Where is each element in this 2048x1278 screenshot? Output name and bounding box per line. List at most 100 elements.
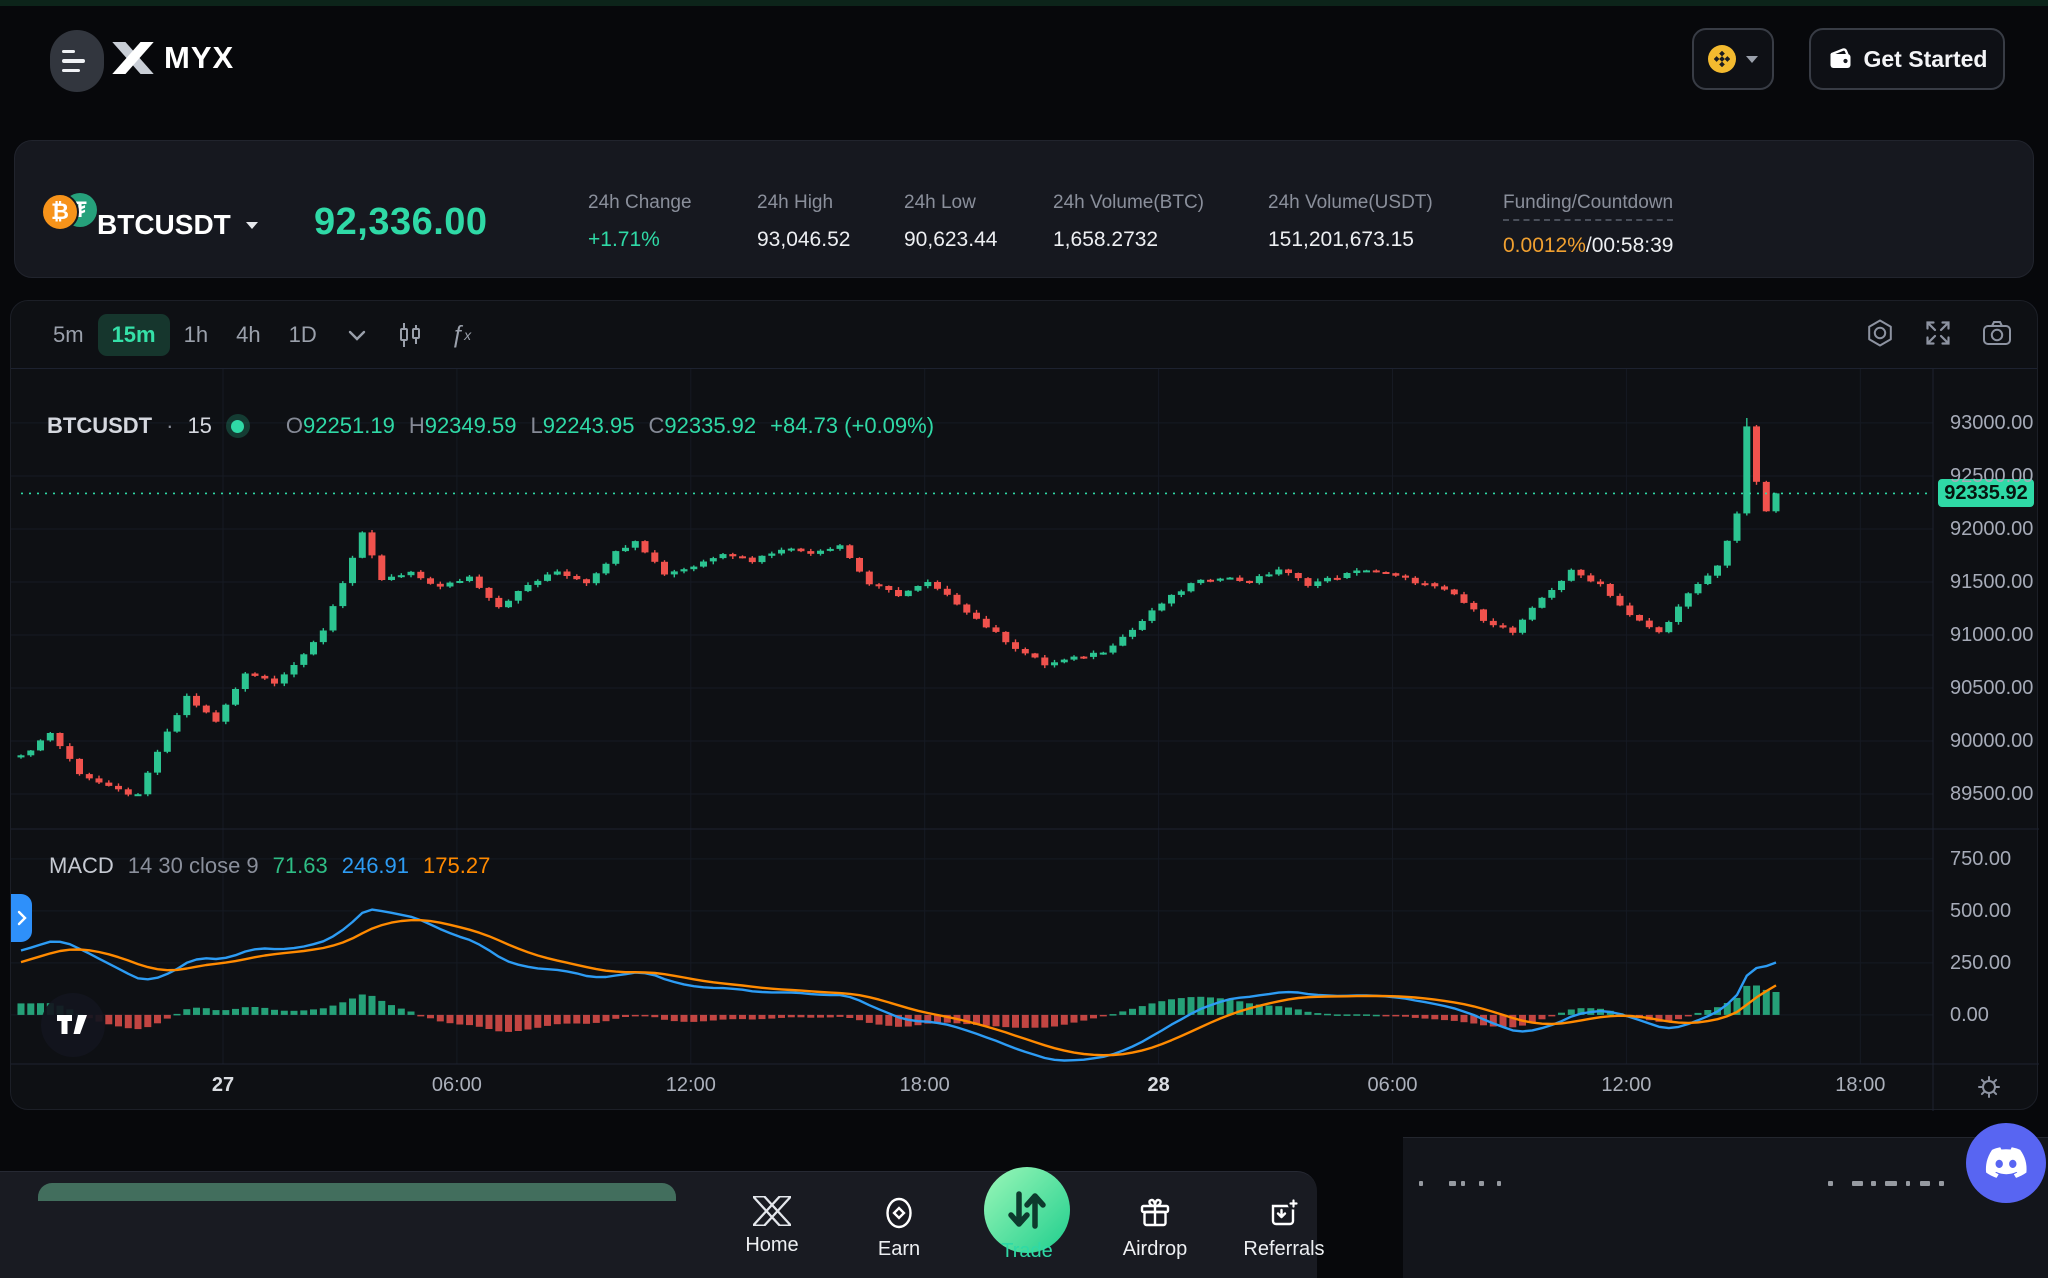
price-tick: 90500.00 (1950, 677, 2033, 700)
stat-value: 93,046.52 (757, 227, 850, 253)
stat-label: 24h Change (588, 191, 692, 215)
funding-rate: 0.0012% (1503, 234, 1586, 257)
time-axis[interactable]: 2706:0012:0018:002806:0012:0018:00 (11, 1064, 1933, 1110)
pair-symbol: BTCUSDT (97, 209, 231, 241)
stat-24h-change: 24h Change +1.71% (588, 191, 692, 253)
legend-change: +84.73 (+0.09%) (770, 413, 934, 439)
chart-legend: BTCUSDT · 15 O92251.19 H92349.59 L92243.… (47, 413, 934, 439)
price-tick: 89500.00 (1950, 783, 2033, 806)
get-started-label: Get Started (1864, 46, 1988, 73)
price-axis[interactable]: 92335.92 93000.0092500.0092000.0091500.0… (1934, 301, 2038, 1111)
tradingview-logo[interactable] (41, 993, 105, 1057)
stat-24h-low: 24h Low 90,623.44 (904, 191, 997, 253)
macd-tick: 750.00 (1950, 848, 2011, 871)
price-tick: 92000.00 (1950, 518, 2033, 541)
chevron-down-icon (1746, 56, 1758, 63)
time-tick: 27 (212, 1074, 234, 1097)
macd-signal-value: 175.27 (423, 853, 490, 879)
nav-item-earn[interactable]: Earn (839, 1196, 959, 1261)
stat-24h-volume-usdt: 24h Volume(USDT) 151,201,673.15 (1268, 191, 1433, 253)
macd-name: MACD (49, 853, 114, 879)
brand-name: MYX (164, 40, 234, 76)
legend-high: 92349.59 (425, 413, 517, 438)
clipped-text-fragment (1497, 1181, 1501, 1186)
stat-value: 90,623.44 (904, 227, 997, 253)
nav-item-airdrop[interactable]: Airdrop (1095, 1196, 1215, 1261)
last-price: 92,336.00 (314, 201, 488, 244)
stat-value: +1.71% (588, 227, 692, 253)
network-selector-button[interactable] (1692, 28, 1774, 90)
clipped-text-fragment (1885, 1181, 1897, 1186)
brand-logo[interactable]: MYX (112, 40, 234, 76)
stat-label: 24h Volume(BTC) (1053, 191, 1204, 215)
stat-value: 1,658.2732 (1053, 227, 1204, 253)
clipped-text-fragment (1852, 1181, 1863, 1186)
clipped-text-fragment (1449, 1181, 1456, 1186)
myx-home-icon (753, 1196, 791, 1226)
legend-symbol: BTCUSDT (47, 413, 152, 439)
stat-label: 24h Volume(USDT) (1268, 191, 1433, 215)
order-panel-clipped (1403, 1137, 2048, 1278)
stat-label: 24h Low (904, 191, 997, 215)
menu-hamburger-icon[interactable] (50, 30, 104, 92)
trade-sheet-primary-button-clipped[interactable] (38, 1183, 676, 1201)
nav-label: Home (745, 1234, 798, 1257)
get-started-button[interactable]: Get Started (1809, 28, 2005, 90)
wallet-icon (1827, 47, 1854, 71)
macd-tick: 500.00 (1950, 900, 2011, 923)
bnb-coin-icon (1708, 45, 1736, 73)
nav-item-referrals[interactable]: Referrals (1224, 1196, 1344, 1261)
discord-fab-icon[interactable] (1966, 1123, 2046, 1203)
clipped-text-fragment (1906, 1181, 1910, 1186)
clipped-text-fragment (1939, 1181, 1944, 1186)
time-tick: 06:00 (1367, 1074, 1417, 1097)
clipped-text-fragment (1419, 1181, 1423, 1186)
price-tick: 91000.00 (1950, 624, 2033, 647)
stat-24h-volume-btc: 24h Volume(BTC) 1,658.2732 (1053, 191, 1204, 253)
chevron-down-icon (246, 222, 258, 229)
legend-low: 92243.95 (543, 413, 635, 438)
legend-close: 92335.92 (664, 413, 756, 438)
nav-item-home[interactable]: Home (712, 1196, 832, 1257)
price-tick: 91500.00 (1950, 571, 2033, 594)
macd-hist-value: 71.63 (273, 853, 328, 879)
legend-interval: 15 (187, 413, 211, 439)
btc-icon: ₿ (41, 193, 79, 231)
clipped-text-fragment (1871, 1181, 1876, 1186)
macd-params: 14 30 close 9 (128, 853, 259, 879)
clipped-text-fragment (1920, 1181, 1930, 1186)
price-tick: 92500.00 (1950, 465, 2033, 488)
timezone-settings-sun-icon[interactable] (1973, 1071, 2005, 1108)
chart-panel: 5m 15m 1h 4h 1D ƒx (10, 300, 2038, 1110)
legend-separator: · (166, 413, 173, 439)
time-tick: 06:00 (432, 1074, 482, 1097)
stat-label: Funding/Countdown (1503, 191, 1673, 221)
time-tick: 18:00 (1835, 1074, 1885, 1097)
nav-label: Airdrop (1123, 1238, 1187, 1261)
clipped-text-fragment (1479, 1181, 1484, 1186)
myx-x-icon (112, 42, 154, 74)
time-tick: 28 (1147, 1074, 1169, 1097)
app: MYX Get (0, 0, 2048, 1278)
funding-countdown: /00:58:39 (1586, 234, 1674, 257)
nav-label-trade: Trade (1001, 1240, 1053, 1263)
nav-label: Earn (878, 1238, 920, 1261)
stat-label: 24h High (757, 191, 850, 215)
time-tick: 12:00 (666, 1074, 716, 1097)
panel-collapse-toggle[interactable] (11, 894, 32, 942)
stat-value: 151,201,673.15 (1268, 227, 1433, 253)
macd-tick: 0.00 (1950, 1004, 1989, 1027)
stat-funding-countdown[interactable]: Funding/Countdown 0.0012%/00:58:39 (1503, 191, 1674, 259)
price-tick: 93000.00 (1950, 412, 2033, 435)
clipped-text-fragment (1461, 1181, 1465, 1186)
price-tick: 90000.00 (1950, 730, 2033, 753)
macd-tick: 250.00 (1950, 952, 2011, 975)
earn-icon (882, 1196, 916, 1230)
nav-label: Referrals (1243, 1238, 1324, 1261)
legend-open: 92251.19 (303, 413, 395, 438)
clipped-text-fragment (1828, 1181, 1833, 1186)
top-accent-strip (0, 0, 2048, 6)
market-status-dot[interactable] (226, 414, 250, 438)
time-tick: 12:00 (1601, 1074, 1651, 1097)
macd-legend: MACD 14 30 close 9 71.63 246.91 175.27 (49, 853, 490, 879)
